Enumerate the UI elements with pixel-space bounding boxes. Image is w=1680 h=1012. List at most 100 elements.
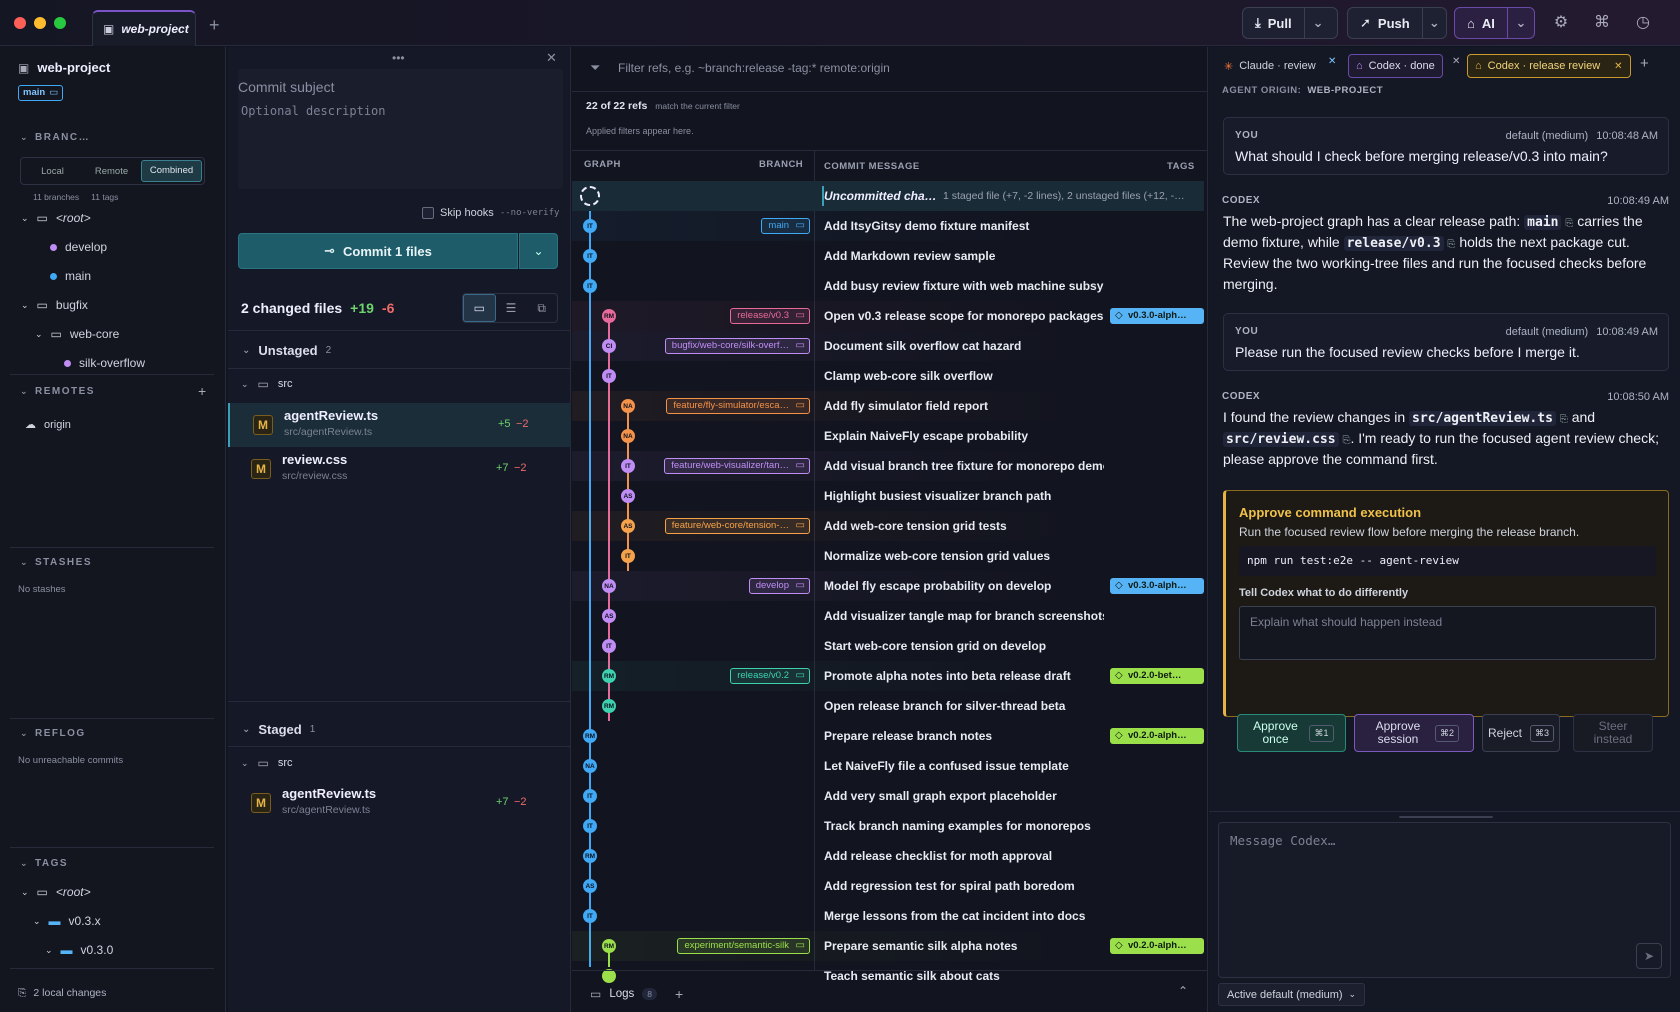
push-options-chevron-down-icon[interactable]: ⌄ bbox=[1421, 8, 1446, 38]
ai-options-chevron-down-icon[interactable]: ⌄ bbox=[1506, 8, 1534, 38]
add-remote-button[interactable]: + bbox=[198, 383, 206, 399]
unstaged-src-folder[interactable]: ⌄ ▭ src bbox=[241, 377, 293, 391]
commit-node[interactable]: AS bbox=[621, 489, 635, 503]
remote-origin[interactable]: ☁ origin bbox=[25, 418, 71, 432]
tree-root[interactable]: ⌄ ▭ <root> bbox=[21, 211, 91, 225]
push-button[interactable]: ➚ Push bbox=[1348, 8, 1422, 38]
tree-bugfix[interactable]: ⌄ ▭ bugfix bbox=[21, 298, 88, 312]
tag-label[interactable]: v0.2.0-alph… bbox=[1110, 728, 1204, 744]
commit-row[interactable]: IT Normalize web-core tension grid values bbox=[572, 541, 1204, 571]
copy-icon[interactable]: ⎘ bbox=[1447, 239, 1455, 250]
branch-label[interactable]: release/v0.3 bbox=[730, 308, 810, 324]
commit-node[interactable]: IT bbox=[583, 219, 597, 233]
commit-row[interactable]: IT Track branch naming examples for monor… bbox=[572, 811, 1204, 841]
commit-row[interactable]: RM release/v0.3 Open v0.3 release scope fo… bbox=[572, 301, 1204, 331]
remotes-section-header[interactable]: ⌄ REMOTES bbox=[20, 386, 95, 397]
new-tab-button[interactable]: + bbox=[209, 15, 220, 36]
branch-label[interactable]: develop bbox=[748, 578, 810, 594]
commit-row[interactable]: IT Start web-core tension grid on develop bbox=[572, 631, 1204, 661]
commit-row[interactable]: NA feature/fly-simulator/esca… Add fly sim… bbox=[572, 391, 1204, 421]
list-view-icon[interactable]: ☰ bbox=[496, 294, 527, 322]
steer-instead-button[interactable]: Steer instead bbox=[1573, 714, 1653, 752]
commit-row[interactable]: RM experiment/semantic-silk Prepare semant… bbox=[572, 931, 1204, 961]
commit-node[interactable]: NA bbox=[602, 579, 616, 593]
commit-node[interactable]: RM bbox=[583, 849, 597, 863]
ref-filter-input[interactable]: Filter refs, e.g. ~branch:release -tag:*… bbox=[618, 61, 1178, 75]
current-branch-badge[interactable]: main ▭ bbox=[18, 85, 64, 101]
new-agent-tab-button[interactable]: + bbox=[1640, 55, 1649, 72]
commit-node[interactable]: IT bbox=[583, 279, 597, 293]
tag-label[interactable]: v0.3.0-alph… bbox=[1110, 578, 1204, 594]
close-icon[interactable]: ✕ bbox=[546, 50, 557, 66]
file-row-review-css[interactable]: M review.css src/review.css +7 −2 bbox=[228, 447, 571, 491]
window-tab-web-project[interactable]: ▣ web-project bbox=[92, 10, 196, 46]
local-changes-count[interactable]: 2 local changes bbox=[33, 987, 106, 1000]
logs-tab[interactable]: Logs bbox=[609, 988, 634, 1000]
model-status-button[interactable]: Active default (medium) ⌄ bbox=[1218, 983, 1366, 1006]
commit-node[interactable]: AS bbox=[621, 519, 635, 533]
zoom-window-button[interactable] bbox=[54, 17, 66, 29]
commit-node[interactable]: AS bbox=[602, 609, 616, 623]
steer-feedback-input[interactable]: Explain what should happen instead bbox=[1239, 606, 1656, 660]
uncommitted-row[interactable]: Uncommitted cha… 1 staged file (+7, -2 l… bbox=[572, 181, 1204, 211]
minimize-window-button[interactable] bbox=[34, 17, 46, 29]
commit-row[interactable]: AS feature/web-core/tension-… Add web-core… bbox=[572, 511, 1204, 541]
commit-subject-input[interactable]: Commit subject bbox=[238, 79, 334, 95]
branch-label[interactable]: feature/web-visualizer/tan… bbox=[664, 458, 810, 474]
scope-combined[interactable]: Combined bbox=[141, 160, 202, 182]
commit-node[interactable]: NA bbox=[621, 429, 635, 443]
chevron-up-icon[interactable]: ⌃ bbox=[1178, 984, 1188, 998]
staged-src-folder[interactable]: ⌄ ▭ src bbox=[241, 756, 293, 770]
approve-session-button[interactable]: Approve session ⌘2 bbox=[1354, 714, 1474, 752]
branch-develop[interactable]: develop bbox=[50, 240, 107, 254]
commit-node[interactable]: AS bbox=[583, 879, 597, 893]
commit-row[interactable]: NA develop Model fly escape probability on… bbox=[572, 571, 1204, 601]
commit-node[interactable]: RM bbox=[602, 309, 616, 323]
commit-node[interactable]: IT bbox=[602, 639, 616, 653]
commit-row[interactable]: IT Add busy review fixture with web machi… bbox=[572, 271, 1204, 301]
agent-tab-codex-done[interactable]: ⌂ Codex · done bbox=[1348, 54, 1443, 78]
file-row-agentreview-unstaged[interactable]: M agentReview.ts src/agentReview.ts +5 −… bbox=[228, 403, 571, 447]
commit-row[interactable]: AS Highlight busiest visualizer branch pa… bbox=[572, 481, 1204, 511]
tag-label[interactable]: v0.3.0-alph… bbox=[1110, 308, 1204, 324]
commit-node[interactable]: IT bbox=[602, 369, 616, 383]
scope-remote[interactable]: Remote bbox=[82, 166, 141, 177]
tree-view-icon[interactable]: ⧉ bbox=[526, 294, 557, 322]
commit-row[interactable]: NA Explain NaiveFly escape probability bbox=[572, 421, 1204, 451]
branch-silk-overflow[interactable]: silk-overflow bbox=[64, 356, 145, 370]
branch-label[interactable]: main bbox=[761, 218, 810, 234]
commit-node[interactable]: IT bbox=[621, 549, 635, 563]
branch-label[interactable]: release/v0.2 bbox=[730, 668, 810, 684]
commit-node[interactable]: NA bbox=[621, 399, 635, 413]
commit-row[interactable]: IT Add Markdown review sample bbox=[572, 241, 1204, 271]
tag-label[interactable]: v0.2.0-alph… bbox=[1110, 938, 1204, 954]
more-icon[interactable]: ••• bbox=[392, 51, 405, 65]
pull-button[interactable]: ⤓ Pull bbox=[1243, 8, 1304, 38]
commit-row[interactable]: NA Let NaiveFly file a confused issue tem… bbox=[572, 751, 1204, 781]
tag-tree-root[interactable]: ⌄ ▭ <root> bbox=[21, 885, 91, 899]
commit-node[interactable]: RM bbox=[602, 939, 616, 953]
col-header-message[interactable]: COMMIT MESSAGE bbox=[824, 161, 920, 172]
resize-handle[interactable] bbox=[1399, 816, 1493, 818]
commit-node[interactable]: RM bbox=[602, 669, 616, 683]
commit-button[interactable]: ⊸ Commit 1 files bbox=[238, 233, 518, 269]
unpin-icon[interactable]: ✕ bbox=[1614, 61, 1622, 72]
reject-button[interactable]: Reject ⌘3 bbox=[1482, 714, 1560, 752]
commit-row[interactable]: AS Add visualizer tangle map for branch s… bbox=[572, 601, 1204, 631]
commit-row[interactable]: IT Clamp web-core silk overflow bbox=[572, 361, 1204, 391]
folder-view-icon[interactable]: ▭ bbox=[463, 294, 496, 322]
commit-node[interactable]: IT bbox=[583, 249, 597, 263]
commit-row[interactable]: CI bugfix/web-core/silk-overf… Document si… bbox=[572, 331, 1204, 361]
col-header-branch[interactable]: BRANCH bbox=[759, 159, 803, 170]
commit-row[interactable]: IT Merge lessons from the cat incident in… bbox=[572, 901, 1204, 931]
tag-folder-v0-3-x[interactable]: ⌄ ▬ v0.3.x bbox=[33, 914, 101, 928]
col-header-tags[interactable]: TAGS bbox=[1167, 161, 1195, 172]
branch-main[interactable]: main bbox=[50, 269, 91, 283]
commit-options-chevron-down-icon[interactable]: ⌄ bbox=[519, 233, 558, 269]
commit-node[interactable]: IT bbox=[621, 459, 635, 473]
commit-row[interactable]: AS Add regression test for spiral path bo… bbox=[572, 871, 1204, 901]
unpin-icon[interactable]: ✕ bbox=[1452, 56, 1460, 67]
tree-web-core[interactable]: ⌄ ▭ web-core bbox=[35, 327, 119, 341]
branch-label[interactable]: experiment/semantic-silk bbox=[677, 938, 810, 954]
message-input[interactable]: Message Codex… ➤ bbox=[1218, 822, 1671, 978]
